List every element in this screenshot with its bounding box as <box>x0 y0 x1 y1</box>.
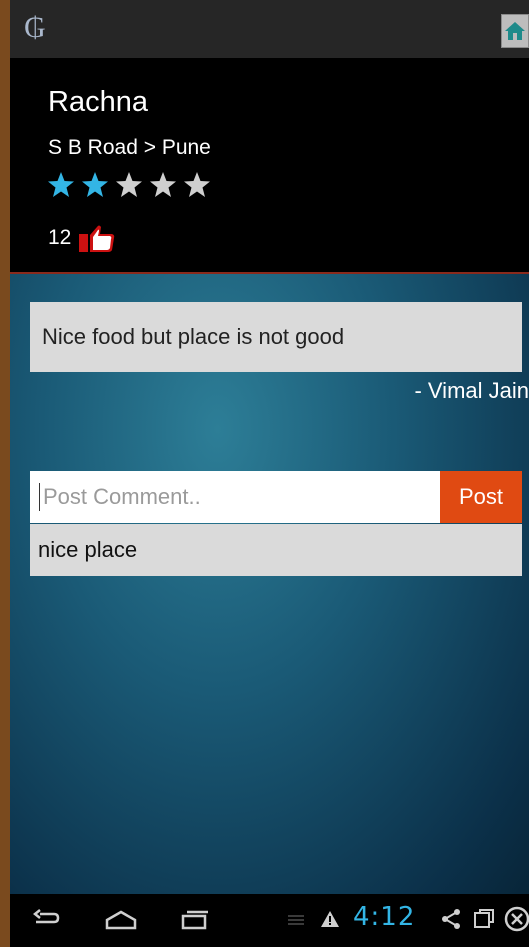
clock: 4:12 <box>353 902 416 932</box>
star-filled-icon[interactable] <box>80 170 110 200</box>
back-icon[interactable] <box>30 908 60 932</box>
close-circle-icon[interactable] <box>504 906 529 932</box>
post-button[interactable]: Post <box>440 471 522 523</box>
thumbs-up-icon[interactable] <box>79 224 115 252</box>
likes-count: 12 <box>48 226 72 249</box>
comment-form: Post <box>30 471 522 523</box>
home-button[interactable] <box>501 14 529 48</box>
review-author: - Vimal Jain <box>414 378 529 403</box>
likes: 12 <box>48 224 115 252</box>
rating-stars <box>46 170 212 204</box>
star-filled-icon[interactable] <box>46 170 76 200</box>
home-icon <box>505 22 525 40</box>
warning-icon <box>321 911 339 927</box>
share-icon <box>442 909 460 929</box>
system-nav-bar: 4:12 <box>10 894 529 947</box>
content-area: Nice food but place is not good - Vimal … <box>10 274 529 894</box>
review-text: Nice food but place is not good <box>30 302 522 372</box>
recent-apps-icon[interactable] <box>180 908 210 932</box>
cp-monogram-icon[interactable]: ₲ <box>24 8 52 48</box>
action-bar: ₲ <box>10 0 529 58</box>
place-name: Rachna <box>48 86 148 118</box>
home-nav-icon[interactable] <box>104 908 138 932</box>
star-empty-icon[interactable] <box>148 170 178 200</box>
menu-lines-icon <box>288 915 304 925</box>
app-frame: ₲ Rachna S B Road > Pune 12 Nice food bu… <box>10 0 529 947</box>
screen-icon <box>474 909 494 928</box>
place-location: S B Road > Pune <box>48 136 211 159</box>
star-empty-icon[interactable] <box>182 170 212 200</box>
text-cursor <box>39 483 40 511</box>
star-empty-icon[interactable] <box>114 170 144 200</box>
comment-input[interactable] <box>30 471 442 523</box>
place-header: Rachna S B Road > Pune 12 <box>10 58 529 274</box>
comment-item: nice place <box>30 524 522 576</box>
